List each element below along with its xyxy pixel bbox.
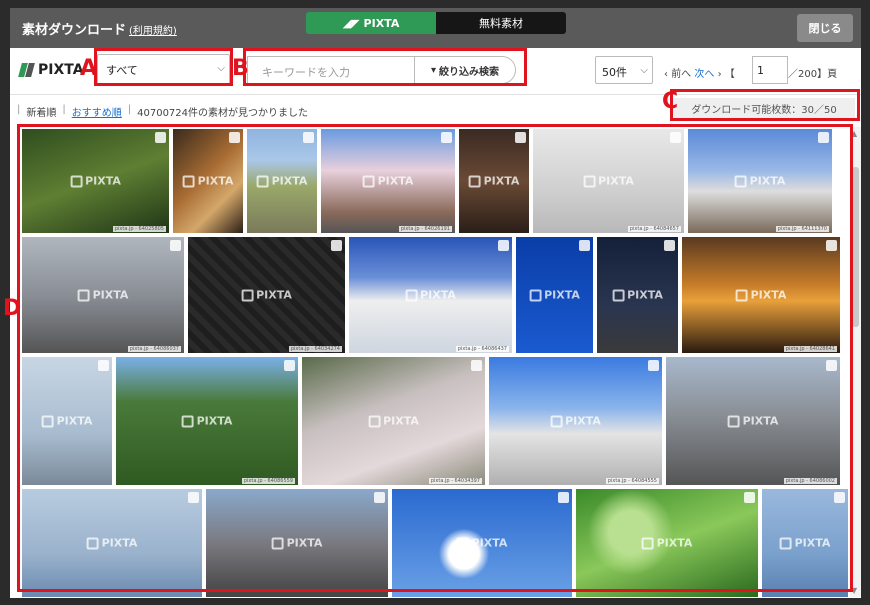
pixta-logo-icon: ◢◤	[342, 16, 360, 30]
source-switch: ◢◤ PIXTA 無料素材	[306, 12, 566, 34]
chevron-down-icon: ⌵	[640, 65, 648, 76]
result-count: 40700724件の素材が見つかりました	[137, 108, 309, 119]
dialog-title: 素材ダウンロード	[22, 23, 127, 38]
logo-text: PIXTA	[38, 62, 84, 78]
annotation-label-b: B	[232, 56, 249, 81]
annotation-box-a	[94, 48, 233, 86]
chevron-left-icon: ‹	[664, 69, 668, 80]
sort-new-link[interactable]: 新着順	[26, 104, 56, 119]
per-page-value: 50件	[602, 66, 627, 79]
annotation-label-c: C	[662, 89, 679, 114]
prev-page-link[interactable]: 前へ	[671, 69, 691, 80]
annotation-box-c	[670, 89, 860, 121]
annotation-label-d: D	[3, 296, 22, 321]
pixta-logo: PIXTA	[20, 62, 84, 78]
chevron-right-icon: ›	[717, 69, 722, 80]
tab-pixta[interactable]: ◢◤ PIXTA	[306, 12, 436, 34]
page-number-input[interactable]: 1	[752, 56, 788, 84]
next-page-link[interactable]: 次へ	[694, 69, 714, 80]
sort-recommended-link[interactable]: おすすめ順	[72, 104, 122, 119]
dialog-header: 素材ダウンロード (利用規約) ◢◤ PIXTA 無料素材 閉じる	[10, 8, 861, 48]
per-page-select[interactable]: 50件 ⌵	[595, 56, 653, 84]
divider: |	[17, 104, 21, 115]
tab-free[interactable]: 無料素材	[436, 12, 566, 34]
annotation-label-a: A	[80, 56, 98, 81]
sort-options: | 新着順 | おすすめ順 | 40700724件の素材が見つかりました	[17, 104, 308, 119]
divider: |	[127, 104, 132, 115]
terms-link[interactable]: (利用規約)	[129, 22, 177, 37]
scrollbar-thumb[interactable]	[852, 167, 859, 327]
tab-pixta-label: PIXTA	[363, 16, 400, 30]
divider: |	[62, 104, 66, 115]
pixta-logo-icon	[20, 63, 34, 77]
page-bracket: 【	[724, 69, 735, 80]
page-total: ／200】頁	[788, 69, 838, 80]
annotation-box-d	[17, 124, 853, 592]
pager: ‹ 前へ 次へ › 【	[664, 65, 735, 80]
annotation-box-b	[243, 48, 527, 86]
close-button[interactable]: 閉じる	[797, 14, 853, 42]
